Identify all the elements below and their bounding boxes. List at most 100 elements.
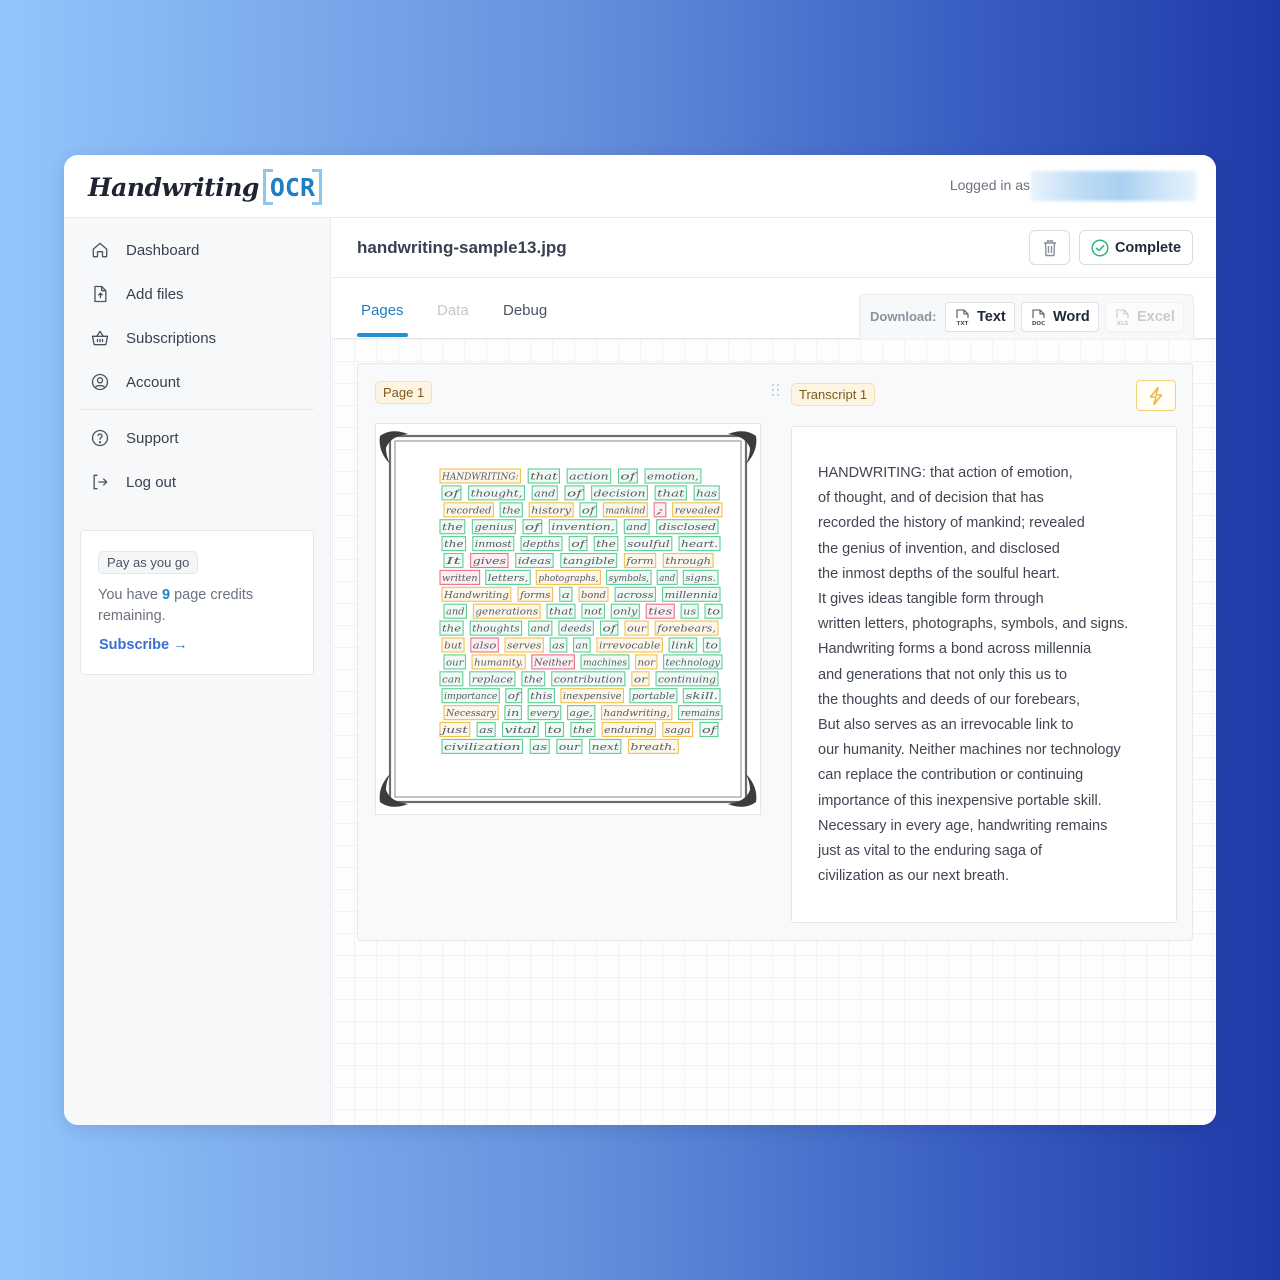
page-image[interactable]: HANDWRITING: that action of emotion, of though… bbox=[375, 423, 761, 815]
word-box[interactable]: breath. bbox=[628, 738, 679, 754]
word-box[interactable]: the bbox=[570, 721, 596, 738]
word-box[interactable]: also bbox=[470, 637, 499, 653]
word-box[interactable]: every bbox=[527, 705, 562, 721]
word-box[interactable]: generations bbox=[472, 603, 541, 619]
sidebar-item-dashboard[interactable]: Dashboard bbox=[90, 238, 199, 262]
word-box[interactable]: has bbox=[693, 485, 720, 501]
word-box[interactable]: millennia bbox=[662, 586, 721, 602]
tab-debug[interactable]: Debug bbox=[503, 302, 547, 319]
word-box[interactable]: to bbox=[702, 637, 721, 653]
word-box[interactable]: vital bbox=[501, 721, 539, 738]
word-box[interactable]: invention, bbox=[548, 519, 618, 535]
word-box[interactable]: signs. bbox=[682, 569, 719, 585]
word-box[interactable]: an bbox=[573, 637, 591, 653]
word-box[interactable]: importance bbox=[441, 688, 500, 704]
word-box[interactable]: and bbox=[528, 620, 553, 636]
word-box[interactable]: continuing bbox=[655, 671, 719, 687]
word-box[interactable]: HANDWRITING: bbox=[439, 468, 522, 484]
word-box[interactable]: our bbox=[624, 620, 649, 636]
word-box[interactable]: the bbox=[593, 536, 619, 552]
word-box[interactable]: this bbox=[527, 688, 556, 704]
word-box[interactable]: thought, bbox=[468, 485, 526, 501]
word-box[interactable]: in bbox=[504, 705, 522, 721]
word-box[interactable]: Necessary bbox=[443, 705, 499, 721]
word-box[interactable]: and bbox=[443, 603, 468, 619]
sidebar-item-account[interactable]: Account bbox=[90, 370, 180, 394]
word-box[interactable]: ties bbox=[645, 603, 675, 619]
word-box[interactable]: deeds bbox=[558, 620, 594, 636]
word-box[interactable]: of bbox=[599, 620, 618, 636]
drag-handle-icon[interactable] bbox=[772, 384, 780, 398]
word-box[interactable]: of bbox=[522, 519, 543, 535]
download-word-button[interactable]: DOC Word bbox=[1021, 302, 1099, 332]
word-box[interactable]: of bbox=[617, 468, 638, 484]
word-box[interactable]: of bbox=[505, 688, 523, 704]
transcript-box[interactable]: HANDWRITING: that action of emotion, of t… bbox=[791, 426, 1177, 923]
sidebar-item-subscriptions[interactable]: Subscriptions bbox=[90, 326, 216, 350]
word-box[interactable]: form bbox=[623, 552, 657, 569]
word-box[interactable]: as bbox=[529, 738, 550, 754]
word-box[interactable]: forms bbox=[517, 586, 554, 602]
delete-button[interactable] bbox=[1029, 230, 1070, 265]
word-box[interactable]: history bbox=[528, 502, 574, 518]
word-box[interactable]: depths bbox=[520, 536, 563, 552]
word-box[interactable]: symbols, bbox=[606, 569, 652, 585]
word-box[interactable]: remains bbox=[678, 705, 723, 721]
word-box[interactable]: Handwriting bbox=[441, 586, 512, 602]
word-box[interactable]: to bbox=[704, 603, 723, 619]
word-box[interactable]: of bbox=[579, 502, 598, 518]
word-box[interactable]: mankind bbox=[602, 502, 648, 518]
tab-data[interactable]: Data bbox=[437, 302, 469, 319]
complete-status-button[interactable]: Complete bbox=[1079, 230, 1193, 265]
word-box[interactable]: civilization bbox=[441, 738, 524, 754]
word-box[interactable]: a bbox=[559, 586, 573, 602]
word-box[interactable]: of bbox=[564, 485, 585, 501]
logo[interactable]: Handwriting OCR bbox=[88, 167, 323, 207]
word-box[interactable]: tangible bbox=[560, 552, 618, 569]
word-box[interactable]: the bbox=[521, 671, 546, 687]
word-box[interactable]: disclosed bbox=[656, 519, 719, 535]
word-box[interactable]: thoughts bbox=[469, 620, 523, 636]
word-box[interactable]: through bbox=[662, 552, 714, 569]
word-box[interactable]: soulful bbox=[624, 536, 673, 552]
word-box[interactable]: not bbox=[581, 603, 605, 619]
word-box[interactable]: heart. bbox=[678, 536, 721, 552]
word-box[interactable]: ; bbox=[653, 502, 667, 518]
download-text-button[interactable]: TXT Text bbox=[945, 302, 1015, 332]
word-box[interactable]: photographs, bbox=[535, 569, 602, 585]
word-box[interactable]: skill. bbox=[682, 688, 721, 704]
word-box[interactable]: ideas bbox=[515, 552, 554, 569]
reprocess-button[interactable] bbox=[1136, 380, 1176, 411]
word-box[interactable]: that bbox=[546, 603, 576, 619]
word-box[interactable]: gives bbox=[470, 552, 509, 569]
word-box[interactable]: humanity. bbox=[471, 654, 526, 670]
word-box[interactable]: and bbox=[623, 519, 650, 535]
word-box[interactable]: and bbox=[531, 485, 558, 501]
word-box[interactable]: forebears, bbox=[654, 620, 719, 636]
word-box[interactable]: next bbox=[589, 738, 622, 754]
sidebar-item-add-files[interactable]: Add files bbox=[90, 282, 184, 306]
word-box[interactable]: the bbox=[439, 519, 466, 535]
tab-pages[interactable]: Pages bbox=[361, 302, 404, 319]
word-box[interactable]: link bbox=[668, 637, 698, 653]
word-box[interactable]: as bbox=[476, 721, 496, 738]
word-box[interactable]: just bbox=[439, 721, 471, 738]
word-box[interactable]: only bbox=[610, 603, 640, 619]
word-box[interactable]: or bbox=[631, 671, 650, 687]
sidebar-item-log-out[interactable]: Log out bbox=[90, 470, 176, 494]
word-box[interactable]: but bbox=[441, 637, 465, 653]
word-box[interactable]: replace bbox=[469, 671, 516, 687]
download-excel-button[interactable]: XLS Excel bbox=[1105, 302, 1184, 332]
word-box[interactable]: our bbox=[443, 654, 467, 670]
word-box[interactable]: recorded bbox=[443, 502, 494, 518]
word-box[interactable]: machines bbox=[580, 654, 630, 670]
word-box[interactable]: revealed bbox=[672, 502, 723, 518]
word-box[interactable]: enduring bbox=[601, 721, 657, 738]
word-box[interactable]: inexpensive bbox=[560, 688, 624, 704]
word-box[interactable]: can bbox=[439, 671, 464, 687]
word-box[interactable]: It bbox=[443, 552, 464, 569]
word-box[interactable]: and bbox=[656, 569, 678, 585]
word-box[interactable]: the bbox=[439, 620, 464, 636]
word-box[interactable]: serves bbox=[504, 637, 544, 653]
word-box[interactable]: genius bbox=[471, 519, 516, 535]
